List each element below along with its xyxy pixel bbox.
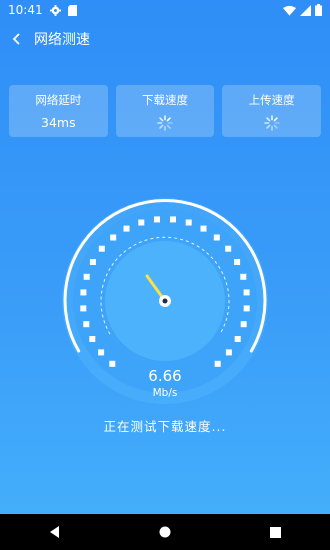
latency-value: 34ms bbox=[41, 115, 76, 130]
gauge-tick bbox=[240, 273, 247, 280]
sd-card-icon bbox=[67, 4, 77, 16]
gauge-tick bbox=[185, 219, 192, 226]
latency-label: 网络延时 bbox=[35, 93, 82, 107]
download-card: 下载速度 bbox=[115, 85, 215, 137]
speed-value: 6.66 bbox=[148, 367, 182, 385]
spinner-segment bbox=[166, 124, 171, 129]
nav-back-button[interactable] bbox=[35, 514, 75, 550]
gauge-tick bbox=[213, 234, 220, 241]
gauge-tick bbox=[154, 216, 160, 223]
nav-home-button[interactable] bbox=[145, 514, 185, 550]
gauge-tick bbox=[170, 216, 176, 223]
loading-spinner-icon bbox=[157, 114, 173, 131]
spinner-segment bbox=[159, 116, 164, 121]
latency-card: 网络延时 34ms bbox=[9, 85, 108, 137]
gauge-tick bbox=[214, 360, 221, 367]
loading-spinner-icon bbox=[263, 114, 280, 131]
gauge-tick bbox=[240, 321, 247, 328]
system-nav-bar bbox=[0, 514, 330, 550]
status-time: 10:41 bbox=[8, 3, 43, 17]
gauge-tick bbox=[225, 245, 232, 252]
spinner-segment bbox=[159, 124, 164, 129]
wifi-icon bbox=[283, 5, 296, 16]
gauge-tick bbox=[89, 336, 96, 342]
gauge-tick bbox=[98, 245, 105, 252]
gauge-tick bbox=[98, 349, 105, 356]
chevron-left-icon bbox=[12, 33, 20, 45]
spinner-segment bbox=[265, 124, 271, 129]
download-label: 下载速度 bbox=[142, 92, 188, 107]
gauge-tick bbox=[123, 225, 130, 232]
gauge-tick bbox=[80, 305, 87, 312]
spinner-segment bbox=[265, 116, 271, 121]
spinner-segment bbox=[166, 116, 171, 121]
app-bar: 网络测速 bbox=[0, 20, 330, 58]
back-triangle-icon bbox=[50, 526, 59, 538]
gauge-hub-center bbox=[162, 298, 168, 304]
status-bar: 10:41 bbox=[0, 0, 330, 20]
gauge-tick bbox=[109, 360, 116, 367]
gauge-tick bbox=[200, 225, 207, 232]
stats-cards: 网络延时 34ms 下载速度 上传速度 bbox=[9, 85, 322, 137]
gauge-tick bbox=[138, 219, 145, 226]
gauge-tick bbox=[243, 305, 250, 312]
recents-square-icon bbox=[269, 526, 281, 538]
gauge-tick bbox=[243, 289, 250, 296]
gauge-tick bbox=[83, 321, 90, 328]
spinner-segment bbox=[273, 124, 278, 129]
back-button[interactable] bbox=[0, 20, 34, 58]
nav-recents-button[interactable] bbox=[255, 514, 295, 550]
test-status-text: 正在测试下载速度... bbox=[103, 419, 227, 434]
upload-card: 上传速度 bbox=[222, 85, 322, 137]
battery-icon bbox=[315, 4, 322, 16]
gauge-tick bbox=[234, 336, 241, 342]
settings-icon bbox=[49, 4, 61, 16]
gauge-tick bbox=[83, 273, 90, 280]
gauge-tick bbox=[89, 259, 96, 265]
upload-label: 上传速度 bbox=[248, 92, 295, 107]
gauge-tick bbox=[234, 259, 241, 265]
home-circle-icon bbox=[159, 526, 171, 538]
spinner-segment bbox=[273, 116, 278, 121]
gauge-tick bbox=[110, 234, 117, 241]
signal-icon bbox=[300, 4, 311, 16]
page-title: 网络测速 bbox=[34, 32, 90, 48]
speed-unit: Mb/s bbox=[152, 387, 178, 399]
gauge-tick bbox=[80, 289, 87, 296]
gauge-tick bbox=[225, 349, 232, 356]
